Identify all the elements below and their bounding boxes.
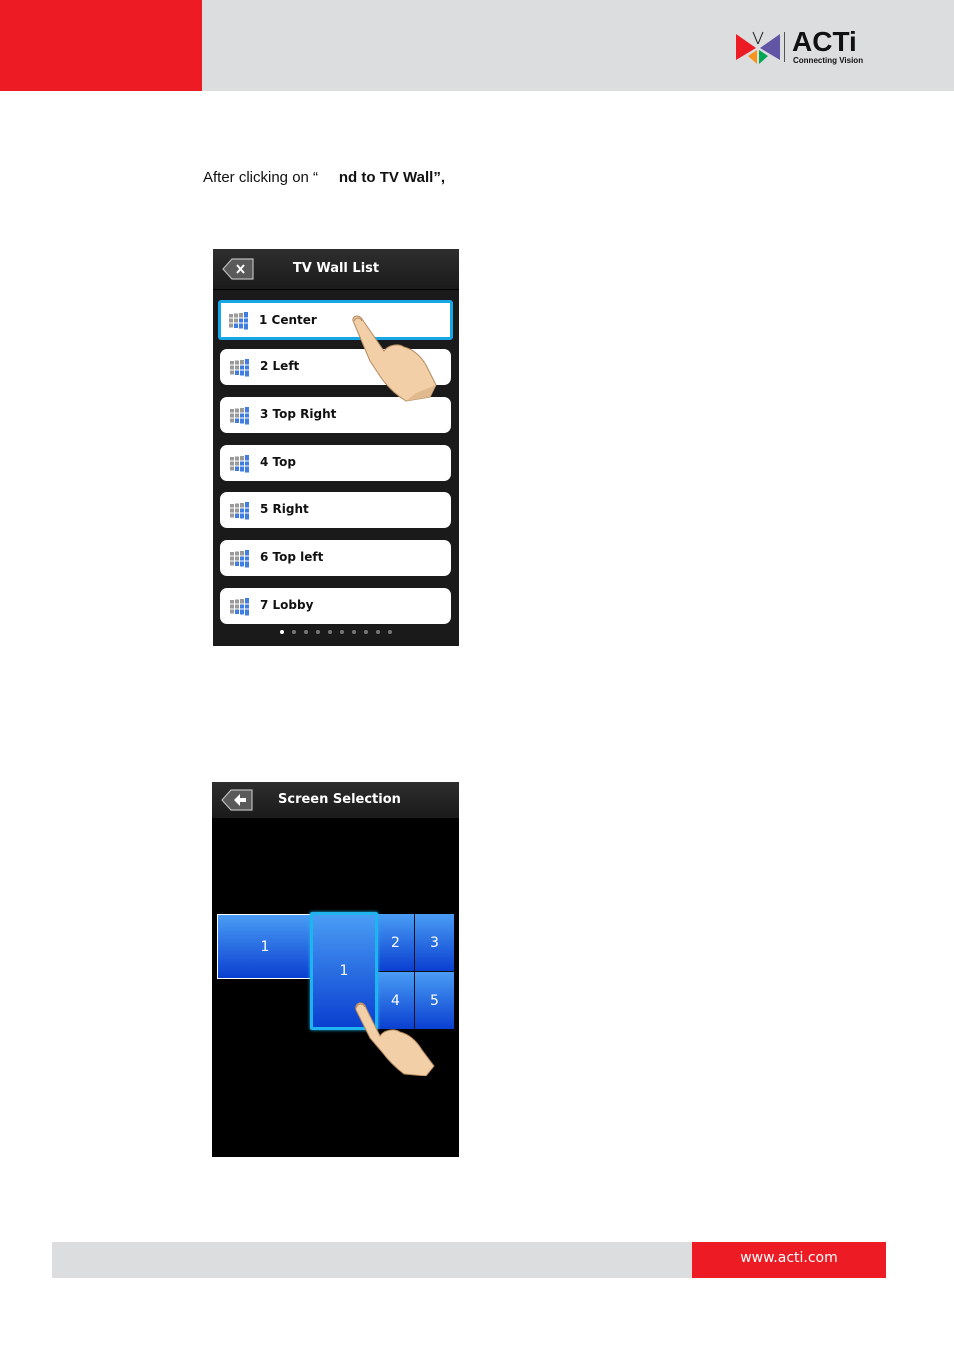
tv-wall-item-label: 2 Left <box>260 359 300 373</box>
page-indicator <box>213 630 459 634</box>
logo-tagline: Connecting Vision <box>793 56 864 65</box>
tv-wall-grid-icon <box>230 359 250 377</box>
tv-wall-item-label: 7 Lobby <box>260 598 314 612</box>
page-dot[interactable] <box>328 630 332 634</box>
intro-text: After clicking on “ nd to TV Wall”, <box>203 169 445 186</box>
screen-title: TV Wall List <box>292 261 380 276</box>
tv-wall-item-label: 3 Top Right <box>260 407 337 421</box>
tv-wall-item[interactable]: 5 Right <box>220 492 451 528</box>
screen-selection-screen: Screen Selection 1 2 3 4 5 1 <box>212 782 459 1157</box>
logo-separator <box>784 32 785 62</box>
tv-wall-grid-icon <box>230 455 250 473</box>
tv-wall-item-label: 6 Top left <box>260 550 324 564</box>
screen-tile[interactable]: 3 <box>415 914 454 972</box>
screen-title: Screen Selection <box>278 792 401 807</box>
pointing-hand-icon <box>355 1002 435 1076</box>
tv-wall-item[interactable]: 4 Top <box>220 445 451 481</box>
tv-wall-item-label: 5 Right <box>260 502 309 516</box>
back-arrow-icon[interactable] <box>221 789 253 811</box>
footer-grey-band <box>52 1242 692 1278</box>
tv-wall-list-screen: TV Wall List 1 Center 2 Left 3 Top Right… <box>213 249 459 646</box>
intro-bold: nd to TV Wall”, <box>338 169 445 186</box>
page-dot[interactable] <box>364 630 368 634</box>
page-dot[interactable] <box>340 630 344 634</box>
page-dot[interactable] <box>280 630 284 634</box>
page-dot[interactable] <box>388 630 392 634</box>
title-bar: TV Wall List <box>213 249 459 290</box>
footer-url-link[interactable]: www.acti.com <box>692 1250 886 1266</box>
screen-tile[interactable]: 2 <box>377 914 415 972</box>
tv-wall-item[interactable]: 6 Top left <box>220 540 451 576</box>
tv-wall-item[interactable]: 7 Lobby <box>220 588 451 624</box>
tv-wall-grid-icon <box>230 407 250 425</box>
footer-red-band: www.acti.com <box>692 1242 886 1278</box>
page-dot[interactable] <box>316 630 320 634</box>
logo-name: ACTi <box>792 26 857 57</box>
tv-wall-grid-icon <box>230 550 250 568</box>
butterfly-logo-icon <box>736 31 780 64</box>
header-red-band <box>0 0 202 91</box>
tv-wall-grid-icon <box>230 598 250 616</box>
tv-wall-item-label: 4 Top <box>260 455 296 469</box>
tv-wall-item-label: 1 Center <box>259 313 317 327</box>
intro-prefix: After clicking on “ <box>203 169 319 186</box>
page-dot[interactable] <box>376 630 380 634</box>
screen-tile[interactable]: 1 <box>217 914 313 979</box>
page-dot[interactable] <box>292 630 296 634</box>
pointing-hand-icon <box>352 315 437 402</box>
tv-wall-grid-icon <box>229 312 249 330</box>
page-dot[interactable] <box>352 630 356 634</box>
page-dot[interactable] <box>304 630 308 634</box>
tv-wall-grid-icon <box>230 502 250 520</box>
title-bar: Screen Selection <box>212 782 459 818</box>
